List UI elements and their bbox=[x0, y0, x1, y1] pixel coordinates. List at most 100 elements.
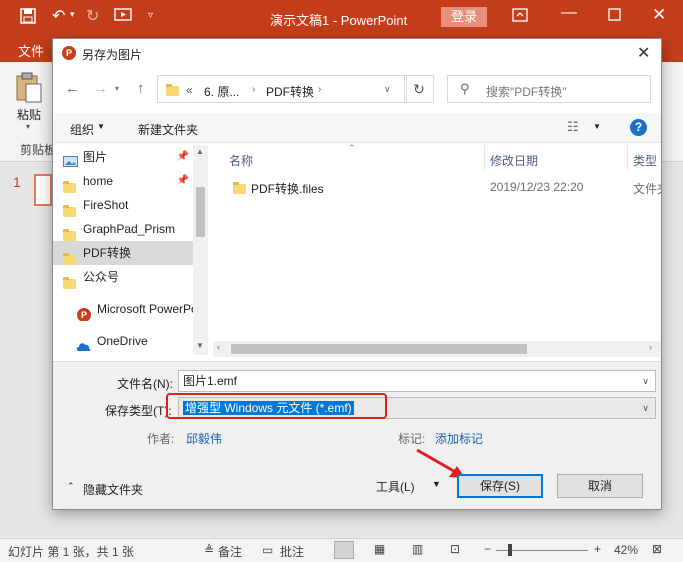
tree-item-powerpoint[interactable]: P Microsoft PowerPoint bbox=[53, 297, 193, 321]
breadcrumb-item[interactable]: 6. 原... bbox=[204, 83, 239, 100]
zoom-level[interactable]: 42% bbox=[614, 543, 638, 557]
tree-item-pictures[interactable]: 图片 📌 bbox=[53, 145, 193, 169]
cancel-button[interactable]: 取消 bbox=[557, 474, 643, 498]
tree-item-pdf-convert[interactable]: PDF转换 bbox=[53, 241, 193, 265]
tree-item-graphpad[interactable]: GraphPad_Prism bbox=[53, 217, 193, 241]
pin-icon[interactable]: 📌 bbox=[177, 169, 189, 193]
reading-view-icon[interactable]: ▥ bbox=[412, 542, 423, 556]
tree-item-label: 图片 bbox=[83, 150, 108, 164]
organize-button[interactable]: 组织 bbox=[70, 121, 94, 138]
paste-label[interactable]: 粘贴 bbox=[17, 106, 41, 123]
tools-button[interactable]: 工具(L) bbox=[376, 478, 415, 495]
chevron-right-icon[interactable]: › bbox=[318, 84, 321, 95]
scrollbar-thumb[interactable] bbox=[196, 187, 205, 237]
zoom-slider-thumb[interactable] bbox=[508, 544, 512, 556]
column-modified[interactable]: 修改日期 bbox=[490, 152, 538, 169]
scroll-down-icon[interactable]: ▼ bbox=[196, 341, 204, 350]
search-placeholder: 搜索"PDF转换" bbox=[486, 85, 567, 99]
customize-toolbar-icon[interactable]: ▿ bbox=[148, 10, 153, 21]
file-row[interactable]: PDF转换.files 2019/12/23 22:20 文件夹 bbox=[213, 175, 661, 199]
search-icon: ⚲ bbox=[460, 81, 470, 96]
present-icon[interactable] bbox=[114, 8, 132, 29]
minimize-icon[interactable]: — bbox=[561, 4, 577, 22]
zoom-out-icon[interactable]: − bbox=[484, 542, 491, 556]
slideshow-icon[interactable]: ⊡ bbox=[450, 542, 460, 556]
folder-icon bbox=[233, 182, 246, 194]
filename-value: 图片1.emf bbox=[183, 374, 238, 388]
login-button[interactable]: 登录 bbox=[441, 7, 487, 27]
comments-button[interactable]: 批注 bbox=[280, 543, 304, 560]
undo-icon[interactable]: ↶ bbox=[52, 6, 65, 26]
save-as-picture-dialog: P 另存为图片 ✕ ← → ▾ ↑ « 6. 原... › PDF转换 › ∨ … bbox=[52, 38, 662, 510]
address-overflow[interactable]: « bbox=[186, 83, 193, 97]
search-input[interactable]: ⚲ 搜索"PDF转换" bbox=[447, 75, 651, 103]
author-value[interactable]: 邱毅伟 bbox=[186, 430, 222, 447]
tree-item-onedrive[interactable]: OneDrive bbox=[53, 329, 193, 353]
pin-icon[interactable]: 📌 bbox=[177, 145, 189, 169]
forward-icon[interactable]: → bbox=[93, 80, 108, 97]
hide-folders-button[interactable]: 隐藏文件夹 bbox=[83, 481, 143, 498]
picture-icon bbox=[63, 151, 78, 169]
filename-dropdown-icon[interactable]: ∨ bbox=[642, 371, 649, 391]
slide-number: 1 bbox=[13, 174, 21, 190]
chevron-right-icon[interactable]: › bbox=[252, 84, 255, 95]
scroll-right-icon[interactable]: › bbox=[649, 342, 652, 352]
chevron-down-icon[interactable]: ∨ bbox=[384, 84, 391, 95]
address-bar[interactable]: « 6. 原... › PDF转换 › ∨ bbox=[157, 75, 407, 103]
view-options-icon[interactable]: ☷ bbox=[567, 119, 579, 135]
file-tab[interactable]: 文件 bbox=[18, 41, 44, 60]
tree-item-fireshot[interactable]: FireShot bbox=[53, 193, 193, 217]
back-icon[interactable]: ← bbox=[65, 80, 80, 97]
undo-dropdown-icon[interactable]: ▾ bbox=[70, 9, 75, 20]
fit-slide-icon[interactable]: ⊠ bbox=[652, 542, 662, 556]
new-folder-button[interactable]: 新建文件夹 bbox=[138, 121, 198, 138]
paste-dropdown-icon[interactable]: ▾ bbox=[26, 122, 30, 131]
file-list-hscrollbar[interactable]: ‹ › bbox=[213, 341, 661, 357]
author-label: 作者: bbox=[147, 432, 175, 446]
redo-icon[interactable]: ↻ bbox=[86, 6, 99, 26]
up-icon[interactable]: ↑ bbox=[137, 80, 145, 97]
scroll-left-icon[interactable]: ‹ bbox=[217, 342, 220, 352]
notes-button[interactable]: 备注 bbox=[218, 543, 242, 560]
view-dropdown-icon[interactable]: ▼ bbox=[593, 122, 601, 131]
tree-item-label: GraphPad_Prism bbox=[83, 222, 176, 236]
refresh-icon[interactable]: ↻ bbox=[404, 75, 434, 103]
column-type[interactable]: 类型 bbox=[633, 152, 657, 169]
close-icon[interactable]: ✕ bbox=[652, 5, 666, 25]
highlight-box bbox=[166, 393, 387, 419]
navigation-pane: 图片 📌 home 📌 FireShot GraphPad_Prism PDF转… bbox=[53, 145, 208, 355]
filename-field[interactable]: 图片1.emf ∨ bbox=[178, 370, 656, 392]
column-name[interactable]: 名称 bbox=[229, 152, 253, 169]
breadcrumb-item[interactable]: PDF转换 bbox=[266, 83, 314, 100]
powerpoint-icon: P bbox=[62, 46, 76, 60]
save-icon[interactable] bbox=[20, 8, 36, 29]
ribbon-display-icon[interactable] bbox=[512, 8, 528, 27]
tree-list: 图片 📌 home 📌 FireShot GraphPad_Prism PDF转… bbox=[53, 145, 193, 353]
dialog-close-icon[interactable]: ✕ bbox=[637, 43, 650, 63]
file-modified: 2019/12/23 22:20 bbox=[490, 180, 584, 194]
normal-view-icon[interactable] bbox=[334, 541, 354, 559]
tree-scrollbar[interactable]: ▲ ▼ bbox=[193, 145, 208, 355]
tree-item-home[interactable]: home 📌 bbox=[53, 169, 193, 193]
slide-thumbnail[interactable] bbox=[34, 174, 52, 206]
organize-dropdown-icon[interactable]: ▼ bbox=[97, 122, 105, 131]
chevron-up-icon[interactable]: ⌃ bbox=[67, 481, 75, 492]
chevron-down-icon[interactable]: ∨ bbox=[642, 398, 649, 418]
tags-value[interactable]: 添加标记 bbox=[435, 430, 483, 447]
column-divider[interactable] bbox=[627, 145, 628, 171]
scroll-up-icon[interactable]: ▲ bbox=[196, 147, 204, 156]
column-divider[interactable] bbox=[484, 145, 485, 171]
tree-item-official-account[interactable]: 公众号 bbox=[53, 265, 193, 289]
slide-sorter-icon[interactable]: ▦ bbox=[374, 542, 385, 556]
tags-label: 标记: bbox=[398, 432, 426, 446]
zoom-in-icon[interactable]: + bbox=[594, 542, 601, 556]
recent-locations-icon[interactable]: ▾ bbox=[115, 84, 119, 93]
scrollbar-thumb[interactable] bbox=[231, 344, 527, 354]
save-button[interactable]: 保存(S) bbox=[457, 474, 543, 498]
maximize-icon[interactable] bbox=[608, 8, 621, 26]
paste-icon[interactable] bbox=[14, 72, 44, 107]
comments-icon[interactable]: ▭ bbox=[262, 543, 273, 557]
help-icon[interactable]: ? bbox=[630, 119, 647, 136]
clipboard-label: 剪贴板 bbox=[20, 143, 57, 157]
notes-icon[interactable]: ≜ bbox=[204, 543, 214, 557]
